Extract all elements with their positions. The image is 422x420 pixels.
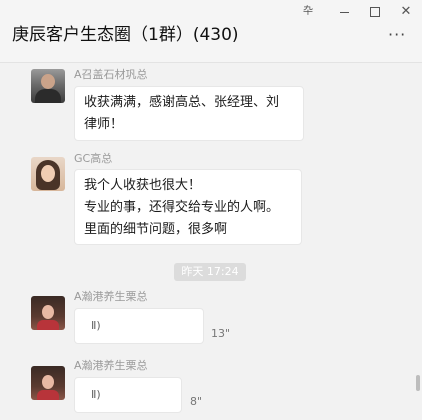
- avatar[interactable]: [31, 69, 65, 103]
- message-bubble[interactable]: 我个人收获也很大！ 专业的事，还得交给专业的人啊。 里面的细节问题，很多啊: [74, 169, 302, 245]
- voice-duration: 8": [190, 395, 203, 408]
- chat-title: 庚辰客户生态圈（1群）(430): [12, 25, 239, 45]
- voice-wave-icon: Ⅱ): [91, 319, 101, 332]
- sender-name: A召盖石材巩总: [74, 68, 148, 81]
- voice-message-bubble[interactable]: Ⅱ): [74, 308, 204, 344]
- scrollbar-thumb[interactable]: [416, 375, 420, 391]
- sender-name: A瀚港养生栗总: [74, 290, 148, 303]
- avatar[interactable]: [31, 296, 65, 330]
- title-bar: 卆 ✕ 庚辰客户生态圈（1群）(430) ···: [0, 0, 422, 63]
- voice-message-bubble[interactable]: Ⅱ): [74, 377, 182, 413]
- avatar[interactable]: [31, 366, 65, 400]
- voice-wave-icon: Ⅱ): [91, 388, 101, 401]
- pin-icon[interactable]: 卆: [300, 4, 316, 20]
- voice-duration: 13": [211, 327, 231, 340]
- message-list[interactable]: A召盖石材巩总 收获满满，感谢高总、张经理、刘 律师！ GC高总 我个人收获也很…: [0, 63, 422, 420]
- sender-name: A瀚港养生栗总: [74, 359, 148, 372]
- message-line: 里面的细节问题，很多啊: [84, 222, 228, 237]
- minimize-icon[interactable]: [336, 4, 352, 20]
- close-icon[interactable]: ✕: [398, 4, 414, 20]
- maximize-icon[interactable]: [367, 4, 383, 20]
- avatar[interactable]: [31, 157, 65, 191]
- more-options-icon[interactable]: ···: [388, 27, 406, 43]
- message-line: 律师！: [84, 117, 124, 132]
- message-line: 收获满满，感谢高总、张经理、刘: [84, 95, 280, 110]
- sender-name: GC高总: [74, 152, 113, 165]
- time-divider: 昨天 17:24: [174, 263, 246, 281]
- message-line: 专业的事，还得交给专业的人啊。: [84, 200, 280, 215]
- message-line: 我个人收获也很大！: [84, 178, 202, 193]
- message-bubble[interactable]: 收获满满，感谢高总、张经理、刘 律师！: [74, 86, 304, 141]
